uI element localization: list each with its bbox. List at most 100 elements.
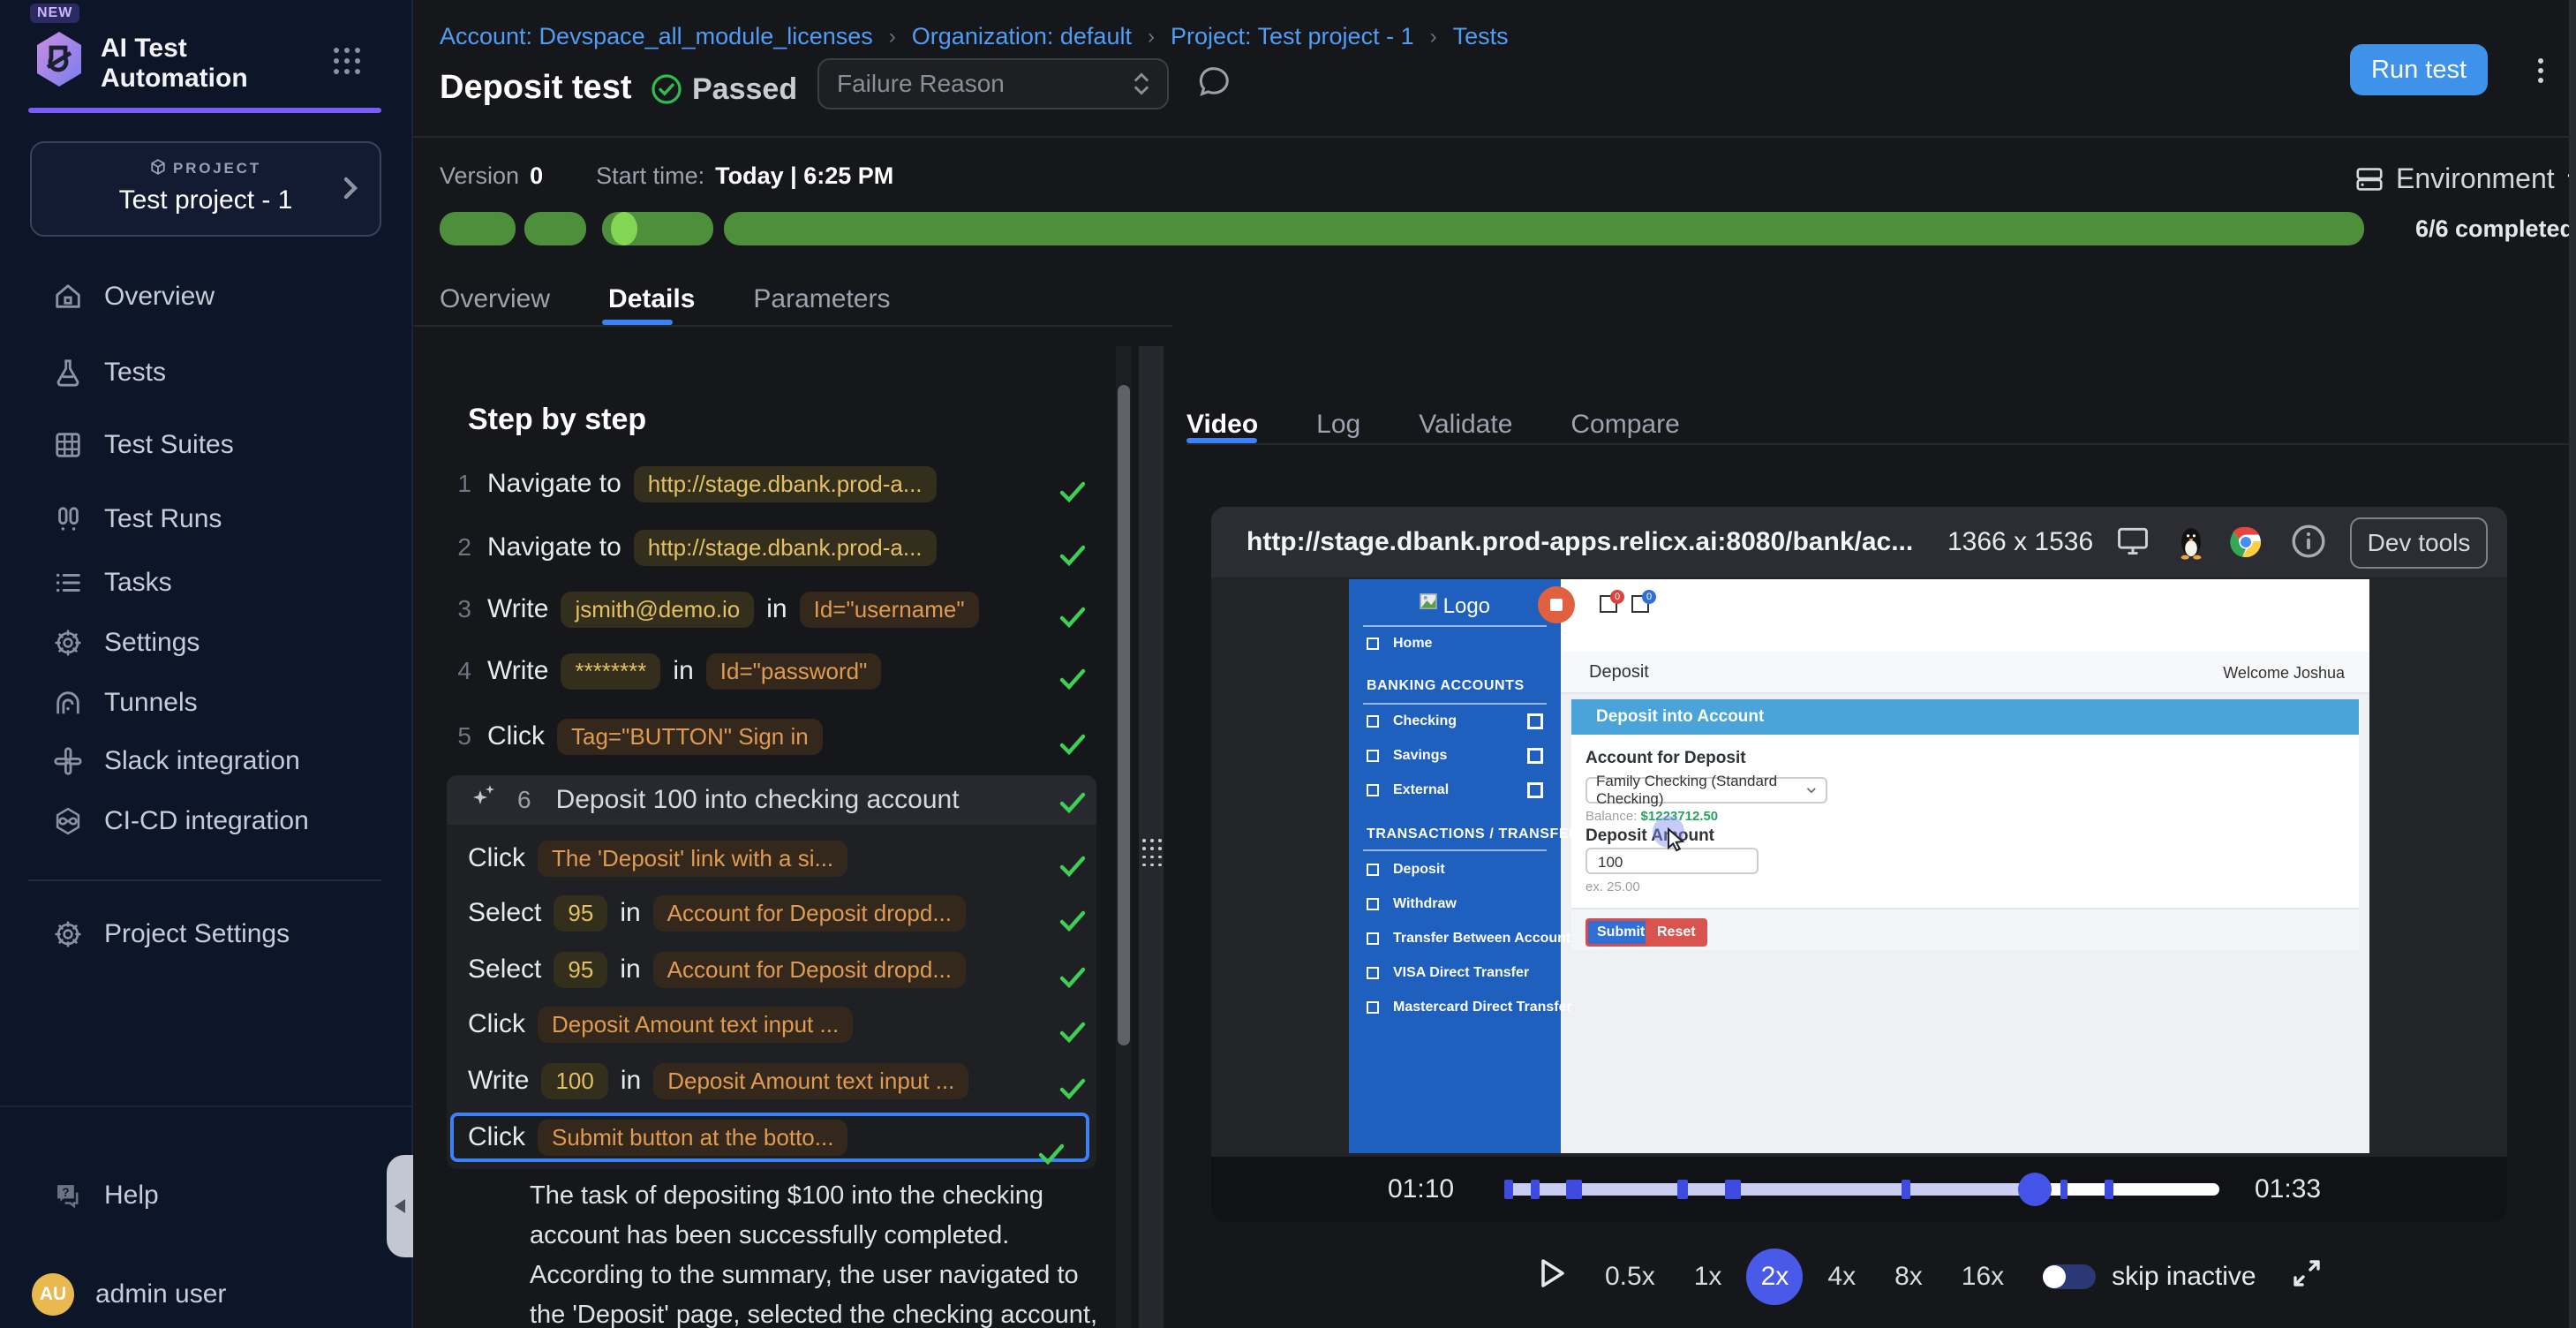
bank-nav-withdraw[interactable]: Withdraw	[1367, 896, 1550, 912]
timeline-handle[interactable]	[2018, 1173, 2052, 1206]
recording-indicator[interactable]	[1538, 586, 1575, 623]
speed-1x[interactable]: 1x	[1694, 1262, 1722, 1292]
sidebar-item-overview[interactable]: Overview	[0, 267, 411, 327]
app-grid-icon[interactable]	[334, 48, 364, 76]
step-value-chip[interactable]: 100	[541, 1063, 607, 1099]
step-selector-chip[interactable]: Deposit Amount text input ...	[653, 1063, 968, 1099]
tab-details[interactable]: Details	[608, 284, 695, 314]
step-selector-chip[interactable]: Submit button at the botto...	[538, 1120, 847, 1156]
step-value-chip[interactable]: 95	[554, 952, 607, 988]
sidebar-item-test-suites[interactable]: Test Suites	[0, 415, 411, 475]
sidebar-item-tests[interactable]: Tests	[0, 343, 411, 403]
step-row[interactable]: 3Writejsmith@demo.ioinId="username"	[447, 590, 1096, 629]
speed-8x[interactable]: 8x	[1894, 1262, 1923, 1292]
sidebar-item-ci-cd-integration[interactable]: CI-CD integration	[0, 791, 411, 851]
step-selector-chip[interactable]: Id="username"	[800, 592, 979, 628]
sidebar-collapse-handle[interactable]	[387, 1155, 413, 1257]
step-selector-chip[interactable]: Account for Deposit dropd...	[653, 952, 966, 988]
play-icon[interactable]	[1540, 1258, 1566, 1295]
sidebar-item-help[interactable]: ? Help	[0, 1166, 411, 1226]
speed-0.5x[interactable]: 0.5x	[1605, 1262, 1655, 1292]
project-selector[interactable]: PROJECT Test project - 1	[30, 141, 381, 237]
tabs-divider	[1186, 443, 2576, 445]
bank-nav-visa-direct-transfer[interactable]: VISA Direct Transfer	[1367, 965, 1550, 981]
step-url-chip[interactable]: http://stage.dbank.prod-a...	[634, 466, 937, 502]
timeline-event-marker[interactable]	[2105, 1180, 2113, 1199]
bank-nav-home[interactable]: Home	[1367, 636, 1550, 652]
step-selector-chip[interactable]: The 'Deposit' link with a si...	[538, 841, 847, 877]
speed-2x[interactable]: 2x	[1746, 1249, 1803, 1305]
monitor-icon[interactable]	[2115, 523, 2150, 565]
speed-4x[interactable]: 4x	[1827, 1262, 1856, 1292]
dev-tools-button[interactable]: Dev tools	[2350, 517, 2488, 569]
sidebar-item-slack-integration[interactable]: Slack integration	[0, 731, 411, 791]
step-row[interactable]: 1Navigate tohttp://stage.dbank.prod-a...	[447, 464, 1096, 503]
timeline-event-marker[interactable]	[2060, 1180, 2068, 1199]
step-selector-chip[interactable]: Id="password"	[706, 653, 882, 690]
environment: Environment test	[2355, 162, 2576, 195]
sidebar-item-tunnels[interactable]: Tunnels	[0, 673, 411, 733]
step-row[interactable]: Select95inAccount for Deposit dropd...	[468, 950, 1096, 989]
panel-drag-handle-icon[interactable]	[1142, 839, 1162, 867]
sidebar-item-test-runs[interactable]: Test Runs	[0, 489, 411, 549]
step-row[interactable]: ClickThe 'Deposit' link with a si...	[468, 839, 1096, 878]
tab-overview[interactable]: Overview	[440, 284, 550, 314]
timeline-track[interactable]	[1504, 1183, 2219, 1196]
tab-video[interactable]: Video	[1186, 410, 1258, 440]
timeline-event-marker[interactable]	[1504, 1180, 1513, 1199]
bank-nav-transfer-between-accounts[interactable]: Transfer Between Accounts	[1367, 931, 1550, 947]
timeline-event-marker[interactable]	[1902, 1180, 1910, 1199]
breadcrumb-link[interactable]: Account: Devspace_all_module_licenses	[440, 23, 873, 50]
step-value-chip[interactable]: ********	[561, 653, 660, 690]
speed-16x[interactable]: 16x	[1962, 1262, 2004, 1292]
window-scrollbar[interactable]	[2569, 0, 2576, 1328]
step-row[interactable]: Write100inDeposit Amount text input ...	[468, 1061, 1096, 1100]
account-select[interactable]: Family Checking (Standard Checking)	[1586, 777, 1827, 804]
step-row[interactable]: 2Navigate tohttp://stage.dbank.prod-a...	[447, 528, 1096, 567]
window-icon[interactable]: 0	[1631, 595, 1649, 613]
window-icon[interactable]: 0	[1600, 595, 1617, 613]
skip-inactive-toggle[interactable]	[2043, 1264, 2096, 1289]
bank-nav-savings[interactable]: Savings	[1367, 748, 1550, 764]
step-value-chip[interactable]: 95	[554, 895, 607, 932]
timeline-event-marker[interactable]	[1725, 1180, 1741, 1199]
sidebar-item-project-settings[interactable]: Project Settings	[0, 904, 411, 964]
breadcrumb-link[interactable]: Organization: default	[912, 23, 1132, 50]
breadcrumb-link[interactable]: Project: Test project - 1	[1171, 23, 1414, 50]
step-group-header[interactable]: 6 Deposit 100 into checking account	[447, 775, 1096, 825]
step-selector-chip[interactable]: Deposit Amount text input ...	[538, 1007, 853, 1043]
run-test-button[interactable]: Run test	[2350, 44, 2488, 95]
step-row[interactable]: ClickDeposit Amount text input ...	[468, 1005, 1096, 1044]
bank-nav-checking[interactable]: Checking	[1367, 713, 1550, 729]
tab-log[interactable]: Log	[1316, 410, 1360, 440]
step-value-chip[interactable]: jsmith@demo.io	[561, 592, 754, 628]
breadcrumb-link[interactable]: Tests	[1453, 23, 1509, 50]
failure-reason-select[interactable]: Failure Reason	[817, 58, 1169, 109]
timeline-event-marker[interactable]	[1566, 1180, 1582, 1199]
step-selector-chip[interactable]: Account for Deposit dropd...	[653, 895, 966, 932]
check-icon	[1038, 1130, 1065, 1180]
tab-compare[interactable]: Compare	[1570, 410, 1679, 440]
timeline-event-marker[interactable]	[1531, 1180, 1540, 1199]
bank-nav-mastercard-direct-transfer[interactable]: Mastercard Direct Transfer	[1367, 1000, 1550, 1015]
step-row[interactable]: 5ClickTag="BUTTON" Sign in	[447, 717, 1096, 756]
step-row[interactable]: 4Write********inId="password"	[447, 652, 1096, 690]
step-url-chip[interactable]: http://stage.dbank.prod-a...	[634, 530, 937, 566]
bank-nav-external[interactable]: External	[1367, 782, 1550, 798]
info-icon[interactable]	[2290, 523, 2327, 567]
sidebar-item-tasks[interactable]: Tasks	[0, 553, 411, 613]
bank-nav-deposit[interactable]: Deposit	[1367, 862, 1550, 878]
reset-button[interactable]: Reset	[1646, 918, 1707, 947]
fullscreen-icon[interactable]	[2292, 1258, 2322, 1295]
kebab-menu-icon[interactable]	[2528, 49, 2553, 92]
tab-parameters[interactable]: Parameters	[753, 284, 890, 314]
step-row-selected[interactable]: ClickSubmit button at the botto...	[450, 1113, 1089, 1162]
sidebar-item-settings[interactable]: Settings	[0, 613, 411, 673]
step-row[interactable]: Select95inAccount for Deposit dropd...	[468, 894, 1096, 932]
comment-bubble-icon[interactable]	[1195, 64, 1232, 108]
tab-validate[interactable]: Validate	[1419, 410, 1512, 440]
sidebar-item-user[interactable]: AU admin user	[0, 1264, 411, 1324]
step-selector-chip[interactable]: Tag="BUTTON" Sign in	[557, 719, 823, 755]
steps-scrollbar-thumb[interactable]	[1118, 385, 1130, 1045]
timeline-event-marker[interactable]	[1677, 1180, 1688, 1199]
